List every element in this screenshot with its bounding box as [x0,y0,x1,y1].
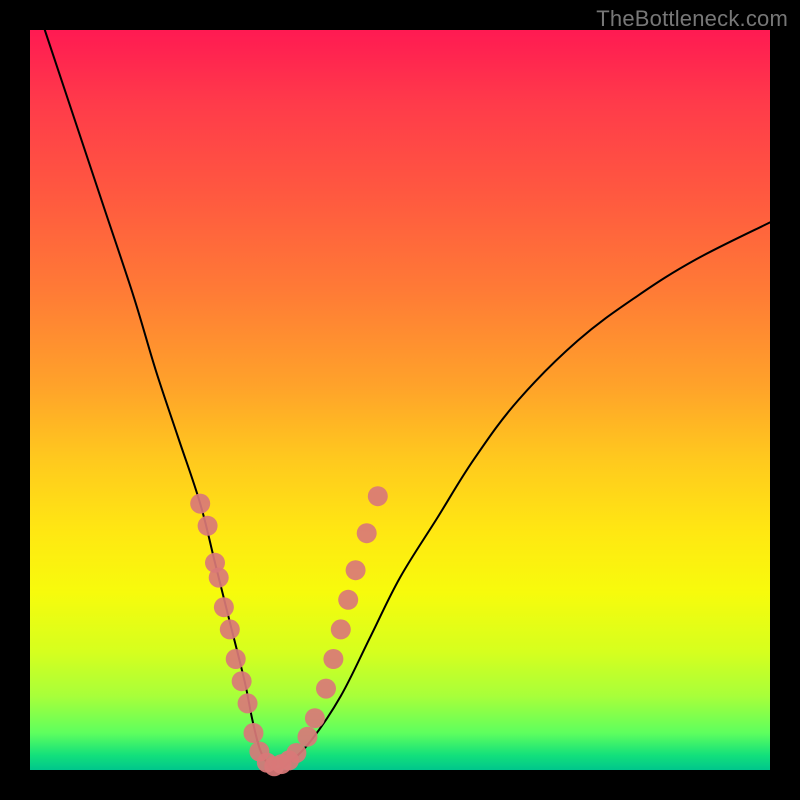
pink-dot [298,727,318,747]
chart-stage: TheBottleneck.com [0,0,800,800]
pink-dot [338,590,358,610]
pink-dot [198,516,218,536]
pink-dot [316,679,336,699]
pink-dot [220,619,240,639]
pink-dot [214,597,234,617]
curve-layer [30,30,770,770]
pink-dot [232,671,252,691]
pink-dot [226,649,246,669]
pink-dot [357,523,377,543]
pink-dot [286,743,306,763]
pink-dot-cluster [190,486,388,776]
pink-dot [368,486,388,506]
bottleneck-curve [45,30,770,770]
pink-dot [305,708,325,728]
pink-dot [331,619,351,639]
plot-area [30,30,770,770]
pink-dot [209,568,229,588]
pink-dot [243,723,263,743]
pink-dot [346,560,366,580]
pink-dot [238,693,258,713]
pink-dot [190,494,210,514]
watermark-text: TheBottleneck.com [596,6,788,32]
pink-dot [323,649,343,669]
